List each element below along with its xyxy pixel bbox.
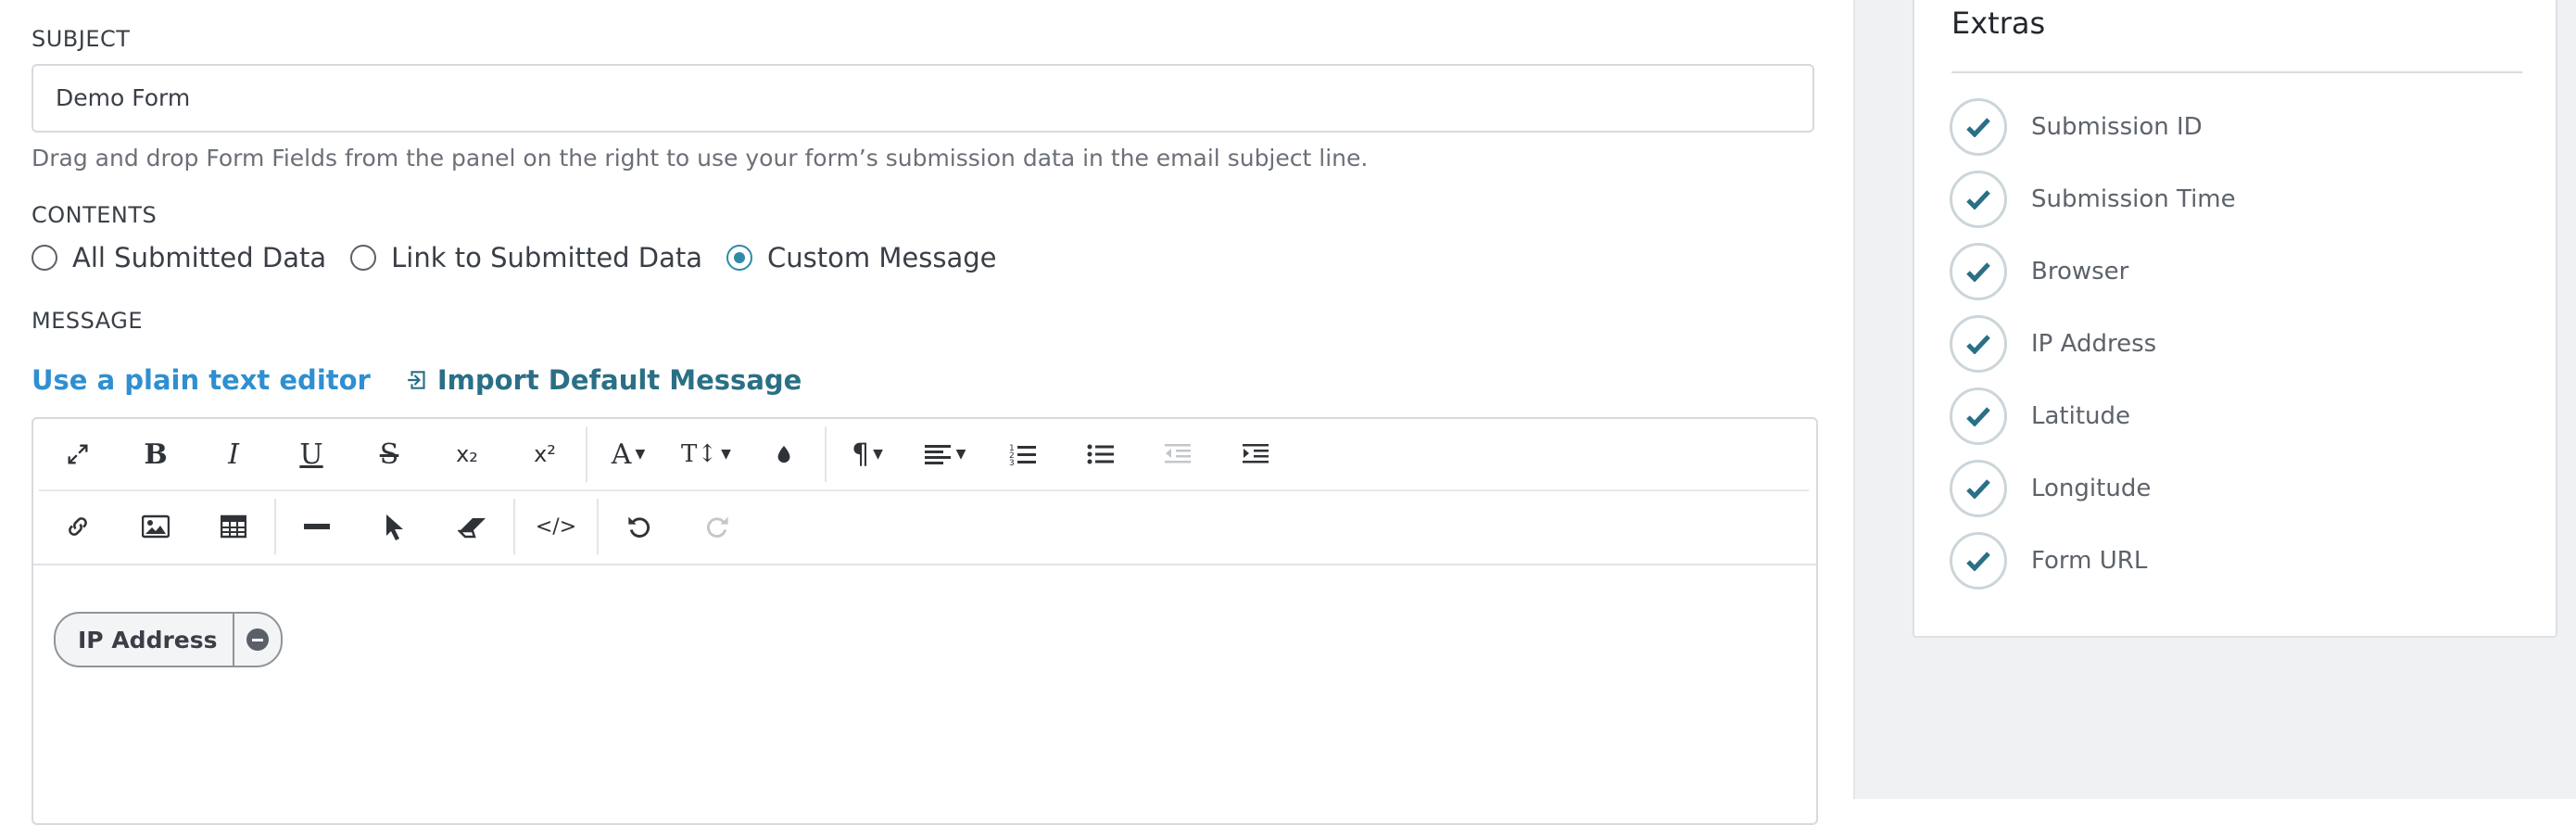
strikethrough-icon[interactable]: S <box>350 419 428 489</box>
contents-radio-group: All Submitted Data Link to Submitted Dat… <box>32 242 1020 273</box>
extras-item-submission-time[interactable]: Submission Time <box>1950 169 2236 230</box>
radio-label: Link to Submitted Data <box>391 242 703 273</box>
code-view-icon[interactable]: </> <box>517 491 595 562</box>
plain-text-editor-link[interactable]: Use a plain text editor <box>32 364 371 396</box>
import-link-label: Import Default Message <box>436 364 802 396</box>
minus-circle-icon <box>246 628 269 651</box>
italic-icon[interactable]: I <box>195 419 272 489</box>
contents-label: CONTENTS <box>32 202 158 228</box>
check-icon <box>1950 460 2007 517</box>
color-icon[interactable] <box>745 419 823 489</box>
font-size-icon[interactable]: T↕ ▼ <box>667 419 745 489</box>
check-icon <box>1950 532 2007 590</box>
extras-item-browser[interactable]: Browser <box>1950 241 2128 302</box>
check-icon <box>1950 171 2007 228</box>
link-icon[interactable] <box>39 491 117 562</box>
extras-item-label: Longitude <box>2031 475 2152 502</box>
extras-title: Extras <box>1951 6 2046 41</box>
subject-label: SUBJECT <box>32 26 131 52</box>
check-icon <box>1950 387 2007 445</box>
toolbar-divider <box>586 426 587 482</box>
extras-item-ip-address[interactable]: IP Address <box>1950 313 2156 374</box>
extras-item-latitude[interactable]: Latitude <box>1950 386 2130 447</box>
undo-icon[interactable] <box>600 491 678 562</box>
toolbar-divider <box>274 499 276 554</box>
import-default-message-link[interactable]: Import Default Message <box>406 364 802 396</box>
toolbar-divider <box>513 499 515 554</box>
extras-item-label: IP Address <box>2031 330 2157 358</box>
check-icon <box>1950 98 2007 156</box>
subject-help-text: Drag and drop Form Fields from the panel… <box>32 145 1369 171</box>
extras-item-label: Submission Time <box>2031 185 2236 213</box>
radio-circle[interactable] <box>32 245 57 271</box>
radio-circle-selected[interactable] <box>726 245 753 271</box>
radio-all-submitted-data[interactable]: All Submitted Data <box>32 242 326 273</box>
radio-link-to-submitted-data[interactable]: Link to Submitted Data <box>350 242 702 273</box>
indent-icon[interactable] <box>1218 419 1295 489</box>
radio-circle[interactable] <box>350 245 377 271</box>
message-label: MESSAGE <box>32 308 144 334</box>
paragraph-icon[interactable]: ¶ ▼ <box>828 419 906 489</box>
radio-label: All Submitted Data <box>72 242 327 273</box>
toolbar-row-insert: </> <box>39 491 756 562</box>
message-links: Use a plain text editor Import Default M… <box>32 364 802 396</box>
extras-item-form-url[interactable]: Form URL <box>1950 530 2147 591</box>
radio-custom-message[interactable]: Custom Message <box>726 242 996 273</box>
pointer-icon[interactable] <box>356 491 434 562</box>
extras-item-label: Form URL <box>2031 547 2148 575</box>
import-icon <box>408 371 425 389</box>
toolbar-divider <box>597 499 599 554</box>
outdent-icon[interactable] <box>1140 419 1218 489</box>
subject-input[interactable]: Demo Form <box>32 64 1814 133</box>
extras-item-label: Submission ID <box>2031 113 2203 141</box>
check-icon <box>1950 243 2007 300</box>
ordered-list-icon[interactable]: 123 <box>984 419 1062 489</box>
check-icon <box>1950 315 2007 373</box>
extras-divider <box>1951 71 2522 73</box>
toolbar-bottom-border <box>33 564 1816 565</box>
table-icon[interactable] <box>195 491 272 562</box>
extras-item-longitude[interactable]: Longitude <box>1950 458 2151 519</box>
rich-text-editor[interactable]: B I U S x₂ x² A ▼ T↕ ▼ ¶ ▼ ▼ 123 </> IP … <box>32 417 1818 825</box>
superscript-icon[interactable]: x² <box>506 419 584 489</box>
toolbar-divider <box>825 426 827 482</box>
horizontal-rule-icon[interactable] <box>278 491 356 562</box>
underline-icon[interactable]: U <box>272 419 350 489</box>
extras-item-label: Latitude <box>2031 402 2131 430</box>
toolbar-row-formatting: B I U S x₂ x² A ▼ T↕ ▼ ¶ ▼ ▼ 123 <box>39 419 1809 491</box>
extras-item-submission-id[interactable]: Submission ID <box>1950 96 2203 158</box>
bold-icon[interactable]: B <box>117 419 195 489</box>
eraser-icon[interactable] <box>434 491 511 562</box>
unordered-list-icon[interactable] <box>1062 419 1140 489</box>
align-icon[interactable]: ▼ <box>906 419 984 489</box>
email-settings-pane: SUBJECT Demo Form Drag and drop Form Fie… <box>0 0 1853 825</box>
subscript-icon[interactable]: x₂ <box>428 419 506 489</box>
fullscreen-icon[interactable] <box>39 419 117 489</box>
remove-tag-button[interactable] <box>232 614 281 666</box>
font-family-icon[interactable]: A ▼ <box>589 419 667 489</box>
field-tag-chip[interactable]: IP Address <box>54 612 283 667</box>
radio-label: Custom Message <box>767 242 997 273</box>
field-tag-label: IP Address <box>78 626 218 654</box>
image-icon[interactable] <box>117 491 195 562</box>
extras-item-label: Browser <box>2031 258 2129 286</box>
svg-text:3: 3 <box>1009 459 1015 466</box>
redo-icon[interactable] <box>678 491 756 562</box>
extras-panel: Extras Submission ID Submission Time Bro… <box>1913 0 2557 638</box>
